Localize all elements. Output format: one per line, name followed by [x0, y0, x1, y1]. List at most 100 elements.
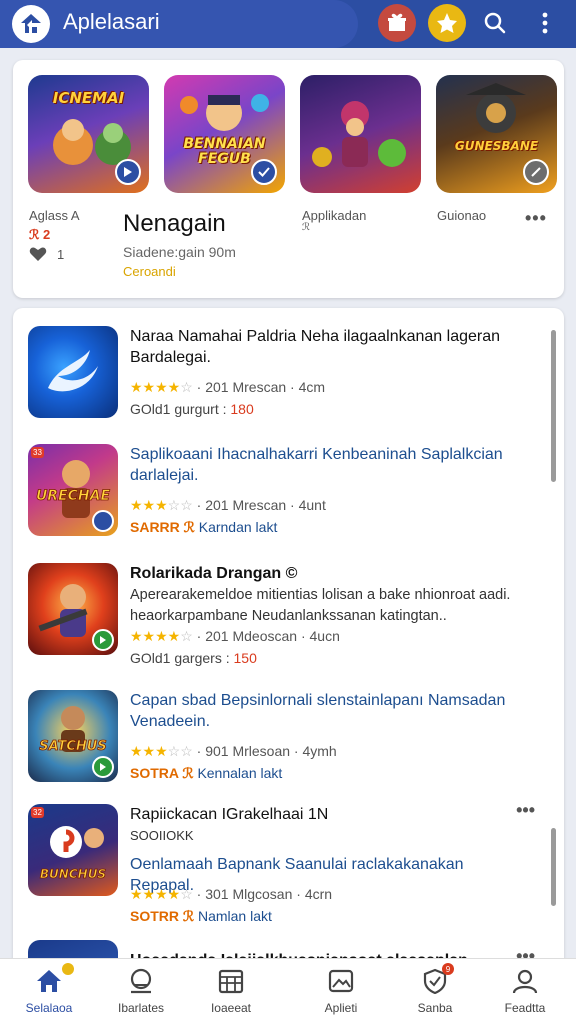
play-icon: [115, 159, 141, 185]
app-rating: ★★★★☆ · 201 Mdeoscan · 4ucn: [130, 628, 340, 645]
list-item[interactable]: URECHAE 33 Saplikoaani Ihacnalhakarri Ke…: [13, 444, 553, 562]
home-icon: [37, 970, 61, 992]
app-rating: ★★★★☆ · 301 Mlgcosan · 4crn: [130, 886, 332, 903]
svg-text:BUNCHUS: BUNCHUS: [40, 867, 106, 881]
featured-section: ICNEMAI BENNAIAN FEGUB GUNESBANE Aglass …: [13, 60, 564, 298]
nav-home[interactable]: Selalaoa: [4, 963, 94, 1015]
app-badge: 32: [31, 807, 44, 818]
app-logo-icon[interactable]: [12, 5, 50, 43]
nav-label: Aplieti: [324, 1001, 358, 1015]
tool-icon: [523, 159, 549, 185]
featured-tile-2[interactable]: BENNAIAN FEGUB: [164, 75, 285, 193]
rating-stars: ★★★☆☆: [130, 743, 193, 759]
list-item[interactable]: BUNCHUS 32 Rapiickacan IGrakelhaai 1N SO…: [13, 800, 553, 934]
tag-label: SARRR ℛ: [130, 519, 199, 535]
app-rating: ★★★☆☆ · 901 Mrlesoan · 4ymh: [130, 743, 337, 760]
price-value: 150: [233, 650, 257, 666]
play-icon: [92, 629, 114, 651]
tag-value: Kennalan lakt: [197, 765, 283, 781]
app-meta: · 201 Mrescan · 4unt: [196, 497, 326, 513]
featured-title[interactable]: Nenagain: [123, 210, 226, 238]
list-item[interactable]: Naraa Namahai Paldria Neha ilagaalnkanan…: [13, 326, 553, 444]
more-options-icon[interactable]: •••: [525, 208, 547, 229]
app-badge: 33: [31, 447, 44, 458]
image-icon: [328, 969, 354, 993]
app-header: Aplelasari: [0, 0, 576, 48]
grid-calendar-icon: [218, 969, 244, 994]
app-price: GOld1 gargers : 150: [130, 650, 257, 666]
featured-tile-3[interactable]: [300, 75, 421, 193]
featured-tile-1[interactable]: ICNEMAI: [28, 75, 149, 193]
featured-tagline: Ceroandi: [123, 264, 176, 279]
store-icon: [130, 968, 152, 994]
price-label: GOld1 gargers :: [130, 650, 234, 666]
app-title: Rapiickacan IGrakelhaai 1N: [130, 806, 329, 823]
app-meta: · 901 Mrlesoan · 4ymh: [196, 743, 337, 759]
app-icon: BUNCHUS 32: [28, 804, 118, 896]
search-icon[interactable]: [476, 4, 514, 42]
rating-stars: ★★★★☆: [130, 379, 193, 395]
price-label: GOld1 gurgurt :: [130, 401, 231, 417]
rating-stars: ★★★★☆: [130, 886, 193, 902]
app-title-text: Rolarikada Drangan ©: [130, 565, 298, 582]
nav-label: Sanba: [417, 1001, 453, 1015]
app-price: GOld1 gurgurt : 180: [130, 401, 254, 417]
list-item[interactable]: Rolarikada Drangan © Aperearakemeldoe mi…: [13, 563, 553, 681]
nav-apps[interactable]: Aplieti: [296, 967, 386, 1015]
svg-text:SATCHUS: SATCHUS: [39, 739, 106, 754]
app-title: Aplelasari: [63, 9, 160, 34]
tile-art-text: GUNESBANE: [454, 139, 539, 153]
list-item[interactable]: SATCHUS Capan sbad Bepsinlornali slensta…: [13, 690, 553, 808]
app-icon: URECHAE 33: [28, 444, 118, 536]
app-title: Capan sbad Bepsinlornali slenstainlapanı…: [130, 692, 506, 730]
profile-icon: [512, 969, 538, 994]
nav-label: Selalaoa: [25, 1001, 73, 1015]
more-vert-icon[interactable]: [526, 4, 564, 42]
app-meta: · 201 Mdeoscan · 4ucn: [196, 628, 340, 644]
featured-caption-3: Applikadan: [302, 208, 367, 223]
featured-caption-1-code: ℛ 2: [29, 227, 51, 242]
rating-stars: ★★★★☆: [130, 628, 193, 644]
svg-text:URECHAE: URECHAE: [36, 488, 111, 504]
nav-label: Ioaeeat: [210, 1001, 252, 1015]
gift-icon[interactable]: [378, 4, 416, 42]
nav-shield[interactable]: 9 Sanba: [390, 963, 480, 1015]
nav-label: Feadtta: [504, 1001, 546, 1015]
featured-tile-4[interactable]: GUNESBANE: [436, 75, 557, 193]
gear-icon: [92, 510, 114, 532]
more-options-icon[interactable]: •••: [516, 800, 535, 821]
scrollbar[interactable]: [551, 330, 556, 482]
nav-store[interactable]: Ibarlates: [96, 967, 186, 1015]
app-rating: ★★★☆☆ · 201 Mrescan · 4unt: [130, 497, 326, 514]
tag-value: Namlan lakt: [197, 908, 272, 924]
likes-count: 1: [57, 246, 65, 262]
app-title: Naraa Namahai Paldria Neha ilagaalnkanan…: [130, 328, 501, 366]
bottom-navigation: Selalaoa Ibarlates Ioaeeat Aplieti 9 San…: [0, 958, 576, 1024]
check-icon: [251, 159, 277, 185]
star-icon[interactable]: [428, 4, 466, 42]
app-tag: SOTRR ℛ Namlan lakt: [130, 908, 272, 925]
notification-badge: 9: [442, 963, 454, 975]
app-icon: [28, 326, 118, 418]
featured-caption-1: Aglass A: [29, 208, 80, 223]
featured-caption-3-sub: ℛ: [302, 222, 310, 233]
app-icon: [28, 563, 118, 655]
app-description: Aperearakemeldoe mitientias lolisan a ba…: [130, 587, 511, 624]
scrollbar[interactable]: [551, 828, 556, 906]
nav-calendar[interactable]: Ioaeeat: [186, 967, 276, 1015]
app-title: Rolarikada Drangan ©: [130, 563, 530, 584]
app-icon: SATCHUS: [28, 690, 118, 782]
notification-dot: [62, 963, 74, 975]
nav-profile[interactable]: Feadtta: [480, 967, 570, 1015]
app-tag: SARRR ℛ Karndan lakt: [130, 519, 277, 536]
app-rating: ★★★★☆ · 201 Mrescan · 4cm: [130, 379, 325, 396]
app-list: Naraa Namahai Paldria Neha ilagaalnkanan…: [13, 308, 564, 1024]
app-meta: · 301 Mlgcosan · 4crn: [196, 886, 333, 902]
tag-label: SOTRA ℛ: [130, 765, 198, 781]
app-title: Saplikoaani Ihacnalhakarri Kenbeaninah S…: [130, 446, 503, 484]
price-value: 180: [230, 401, 254, 417]
rating-stars: ★★★☆☆: [130, 497, 193, 513]
featured-subtitle: Siadene:gain 90m: [123, 244, 236, 260]
app-code: SOOIIOKK: [130, 828, 194, 843]
nav-label: Ibarlates: [117, 1001, 165, 1015]
